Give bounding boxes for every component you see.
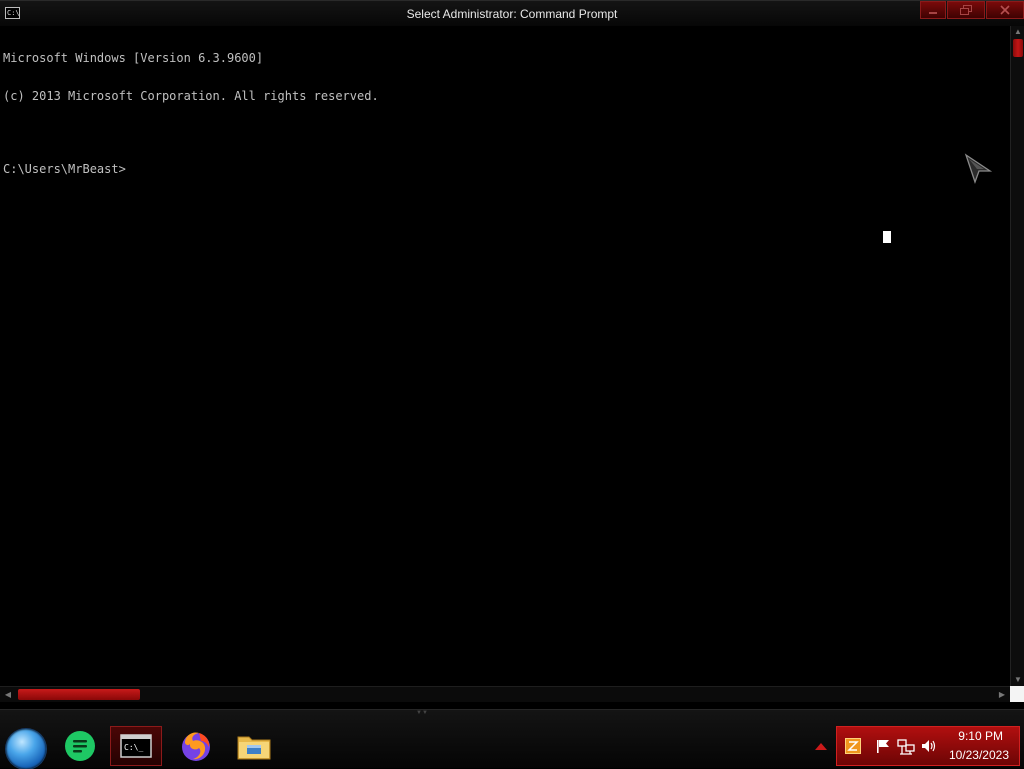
taskbar-app-notes[interactable] — [54, 726, 106, 766]
horizontal-scrollbar[interactable]: ◀ ▶ — [0, 686, 1010, 702]
action-center-flag-icon[interactable] — [875, 739, 891, 753]
window-title: Select Administrator: Command Prompt — [406, 7, 618, 21]
network-icon[interactable] — [897, 739, 915, 755]
scroll-left-arrow-icon[interactable]: ◀ — [2, 689, 14, 701]
cmd-icon: C:\_ — [120, 734, 152, 758]
taskbar-app-file-explorer[interactable] — [228, 726, 280, 766]
notes-icon — [65, 731, 95, 761]
system-tray: 9:10 PM 10/23/2023 — [836, 726, 1020, 766]
vertical-scrollbar[interactable]: ▲ ▼ — [1010, 26, 1024, 686]
taskbar-app-command-prompt[interactable]: C:\_ — [110, 726, 162, 766]
tray-app-icon[interactable] — [845, 738, 861, 754]
scroll-up-arrow-icon[interactable]: ▲ — [1012, 26, 1024, 38]
close-button[interactable] — [986, 1, 1024, 19]
taskbar-app-firefox[interactable] — [170, 726, 222, 766]
scroll-right-arrow-icon[interactable]: ▶ — [996, 689, 1008, 701]
start-button[interactable] — [6, 729, 46, 769]
scroll-down-arrow-icon[interactable]: ▼ — [1012, 674, 1024, 686]
vertical-scroll-thumb[interactable] — [1013, 39, 1023, 57]
title-bar[interactable]: C:\ Select Administrator: Command Prompt — [0, 0, 1024, 26]
minimize-icon — [929, 12, 937, 14]
taskbar: ▼▼ C:\_ 9:10 PM 10/23/2023 — [0, 709, 1024, 769]
taskbar-handle-icon[interactable]: ▼▼ — [411, 710, 433, 716]
mouse-pointer-icon — [964, 153, 993, 184]
restore-button[interactable] — [947, 1, 985, 19]
window-controls — [919, 1, 1024, 20]
minimize-button[interactable] — [920, 1, 946, 19]
restore-icon — [960, 5, 972, 15]
console-line-version: Microsoft Windows [Version 6.3.9600] — [3, 51, 264, 65]
text-cursor — [883, 231, 891, 243]
console-output[interactable]: Microsoft Windows [Version 6.3.9600] (c)… — [0, 26, 1010, 686]
resize-grip[interactable] — [1010, 686, 1024, 702]
clock-time[interactable]: 9:10 PM — [958, 729, 1003, 743]
firefox-icon — [182, 732, 210, 761]
volume-icon[interactable] — [921, 739, 937, 753]
console-prompt[interactable]: C:\Users\MrBeast> — [3, 163, 1007, 176]
close-icon — [1000, 5, 1010, 15]
cmd-icon-label: C:\_ — [124, 743, 143, 752]
clock-date[interactable]: 10/23/2023 — [949, 748, 1009, 762]
folder-icon — [237, 736, 271, 760]
horizontal-scroll-thumb[interactable] — [18, 689, 140, 700]
show-hidden-icons-icon[interactable] — [814, 741, 828, 751]
console-line-copyright: (c) 2013 Microsoft Corporation. All righ… — [3, 88, 379, 103]
